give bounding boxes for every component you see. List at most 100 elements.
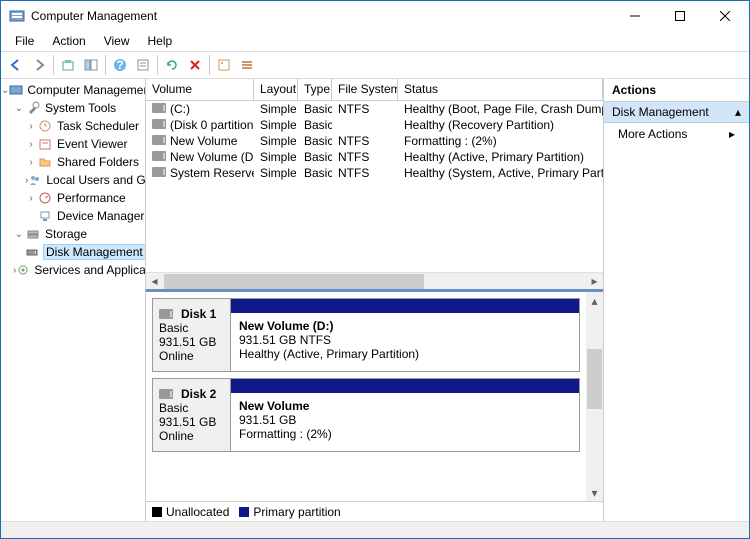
- show-hide-tree-button[interactable]: [80, 54, 102, 76]
- scroll-right-icon[interactable]: ▸: [586, 273, 603, 290]
- actions-header: Actions: [604, 79, 749, 102]
- tree-label: Performance: [57, 191, 126, 205]
- menu-help[interactable]: Help: [140, 32, 181, 50]
- scroll-up-icon[interactable]: ▴: [586, 292, 603, 309]
- titlebar: Computer Management: [1, 1, 749, 31]
- chevron-right-icon: ▸: [729, 127, 735, 141]
- scroll-thumb[interactable]: [587, 349, 602, 409]
- up-button[interactable]: [57, 54, 79, 76]
- legend: Unallocated Primary partition: [146, 501, 603, 521]
- tree-storage[interactable]: ⌄Storage: [1, 225, 145, 243]
- disk-row[interactable]: Disk 2Basic931.51 GBOnlineNew Volume931.…: [152, 378, 580, 452]
- volume-row[interactable]: (Disk 0 partition 3)SimpleBasicHealthy (…: [146, 117, 603, 133]
- forward-button[interactable]: [28, 54, 50, 76]
- menu-action[interactable]: Action: [44, 32, 93, 50]
- menu-view[interactable]: View: [96, 32, 138, 50]
- computer-icon: [9, 82, 23, 98]
- minimize-button[interactable]: [612, 2, 657, 31]
- col-status[interactable]: Status: [398, 79, 603, 100]
- scroll-left-icon[interactable]: ◂: [146, 273, 163, 290]
- toolbar-separator: [209, 55, 210, 75]
- center-pane: Volume Layout Type File System Status (C…: [146, 79, 604, 521]
- tree-event-viewer[interactable]: ›Event Viewer: [1, 135, 145, 153]
- volume-rows: (C:)SimpleBasicNTFSHealthy (Boot, Page F…: [146, 101, 603, 181]
- volume-row[interactable]: New VolumeSimpleBasicNTFSFormatting : (2…: [146, 133, 603, 149]
- tree-device-manager[interactable]: Device Manager: [1, 207, 145, 225]
- actions-pane: Actions Disk Management ▴ More Actions ▸: [604, 79, 749, 521]
- tree-services[interactable]: ›Services and Application: [1, 261, 145, 279]
- graphical-view: Disk 1Basic931.51 GBOnlineNew Volume (D:…: [146, 289, 603, 521]
- volume-row[interactable]: New Volume (D:)SimpleBasicNTFSHealthy (A…: [146, 149, 603, 165]
- disk-icon: [152, 151, 166, 161]
- disk-volume[interactable]: New Volume (D:)931.51 GB NTFSHealthy (Ac…: [231, 299, 579, 371]
- graphical-scrollbar[interactable]: ▴ ▾: [586, 292, 603, 501]
- maximize-button[interactable]: [657, 2, 702, 31]
- app-icon: [9, 8, 25, 24]
- tree-label: Task Scheduler: [57, 119, 139, 133]
- main-area: ⌄Computer Management (L ⌄System Tools ›T…: [1, 79, 749, 521]
- event-icon: [37, 136, 53, 152]
- properties-button[interactable]: [213, 54, 235, 76]
- volume-row[interactable]: (C:)SimpleBasicNTFSHealthy (Boot, Page F…: [146, 101, 603, 117]
- partition-bar: [231, 299, 579, 313]
- actions-more[interactable]: More Actions ▸: [604, 123, 749, 145]
- legend-swatch-unallocated: [152, 507, 162, 517]
- col-fs[interactable]: File System: [332, 79, 398, 100]
- tools-icon: [25, 100, 41, 116]
- disk-mgmt-icon: [25, 244, 39, 260]
- disk-row[interactable]: Disk 1Basic931.51 GBOnlineNew Volume (D:…: [152, 298, 580, 372]
- col-layout[interactable]: Layout: [254, 79, 298, 100]
- clock-icon: [37, 118, 53, 134]
- tree-root[interactable]: ⌄Computer Management (L: [1, 81, 145, 99]
- disk-icon: [152, 119, 166, 129]
- scroll-thumb[interactable]: [164, 274, 424, 289]
- services-icon: [16, 262, 30, 278]
- tree-system-tools[interactable]: ⌄System Tools: [1, 99, 145, 117]
- refresh-button[interactable]: [161, 54, 183, 76]
- actions-disk-management[interactable]: Disk Management ▴: [604, 102, 749, 123]
- tree-task-scheduler[interactable]: ›Task Scheduler: [1, 117, 145, 135]
- scroll-down-icon[interactable]: ▾: [586, 484, 603, 501]
- col-type[interactable]: Type: [298, 79, 332, 100]
- tree-label: System Tools: [45, 101, 116, 115]
- legend-primary: Primary partition: [253, 505, 340, 519]
- toolbar-separator: [53, 55, 54, 75]
- delete-button[interactable]: [184, 54, 206, 76]
- menubar: File Action View Help: [1, 31, 749, 51]
- tree-label: Services and Application: [34, 263, 146, 277]
- tree-local-users[interactable]: ›Local Users and Gro: [1, 171, 145, 189]
- menu-file[interactable]: File: [7, 32, 42, 50]
- svg-text:?: ?: [116, 58, 123, 72]
- legend-swatch-primary: [239, 507, 249, 517]
- actions-more-label: More Actions: [618, 127, 687, 141]
- tree-label: Event Viewer: [57, 137, 127, 151]
- window-bottom-scrollbar[interactable]: [1, 521, 749, 538]
- col-volume[interactable]: Volume: [146, 79, 254, 100]
- device-icon: [37, 208, 53, 224]
- tree-root-label: Computer Management (L: [27, 83, 146, 97]
- settings-button[interactable]: [132, 54, 154, 76]
- back-button[interactable]: [5, 54, 27, 76]
- volume-row[interactable]: System ReservedSimpleBasicNTFSHealthy (S…: [146, 165, 603, 181]
- tree-performance[interactable]: ›Performance: [1, 189, 145, 207]
- actions-dm-label: Disk Management: [612, 105, 709, 119]
- legend-unallocated: Unallocated: [166, 505, 229, 519]
- close-button[interactable]: [702, 2, 747, 31]
- folder-icon: [37, 154, 53, 170]
- toolbar: ?: [1, 51, 749, 79]
- list-button[interactable]: [236, 54, 258, 76]
- help-button[interactable]: ?: [109, 54, 131, 76]
- tree-disk-management[interactable]: Disk Management: [1, 243, 145, 261]
- volume-list-header: Volume Layout Type File System Status: [146, 79, 603, 101]
- nav-tree: ⌄Computer Management (L ⌄System Tools ›T…: [1, 79, 146, 521]
- volume-scrollbar[interactable]: ◂ ▸: [146, 272, 603, 289]
- tree-label: Disk Management: [43, 244, 146, 260]
- storage-icon: [25, 226, 41, 242]
- tree-label: Device Manager: [57, 209, 144, 223]
- window-title: Computer Management: [31, 9, 612, 23]
- volume-list: Volume Layout Type File System Status (C…: [146, 79, 603, 289]
- disk-icon: [159, 309, 173, 319]
- tree-shared-folders[interactable]: ›Shared Folders: [1, 153, 145, 171]
- tree-label: Local Users and Gro: [46, 173, 146, 187]
- disk-volume[interactable]: New Volume931.51 GBFormatting : (2%): [231, 379, 579, 451]
